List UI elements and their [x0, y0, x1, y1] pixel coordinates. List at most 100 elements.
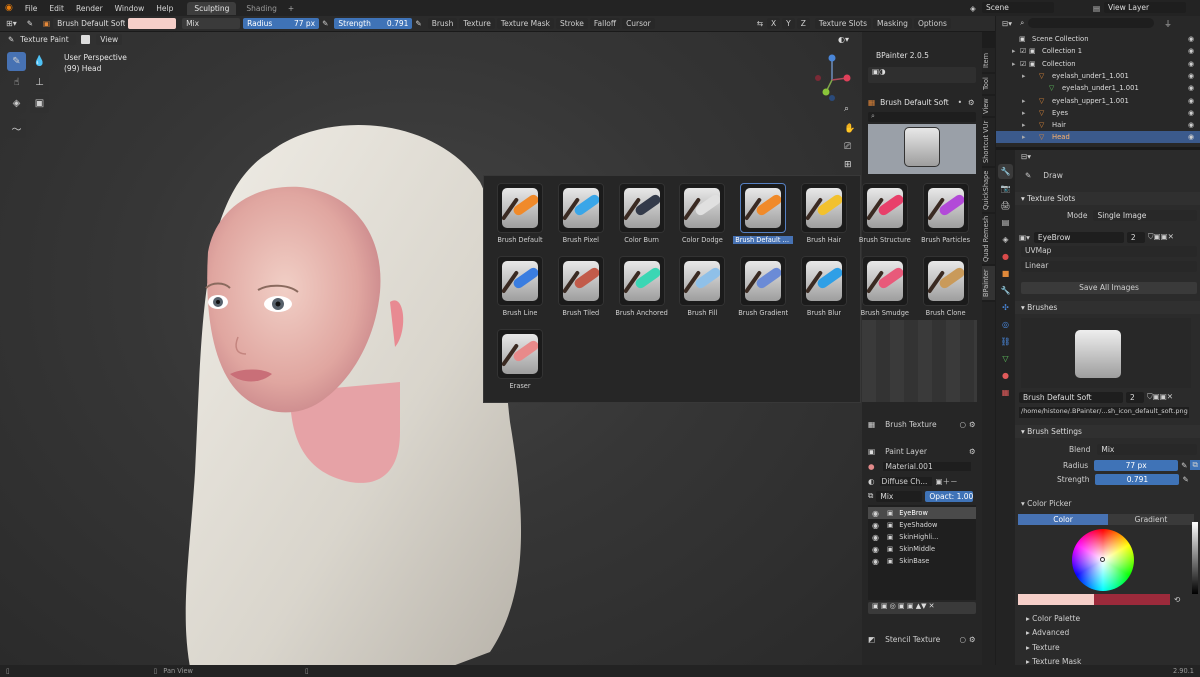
strength-prop-slider[interactable]: 0.791 — [1095, 473, 1180, 485]
navigation-gizmo[interactable] — [812, 50, 852, 102]
eye-icon[interactable]: ◉ — [872, 521, 879, 530]
camera-icon[interactable]: ⎚ — [844, 142, 851, 152]
visibility-eye-icon[interactable]: ◉ — [1188, 47, 1194, 55]
uvmap-select[interactable]: UVMap — [1021, 246, 1197, 257]
eye-icon[interactable]: ◉ — [872, 557, 879, 566]
tab-bpainter[interactable]: BPainter — [982, 266, 995, 300]
exclude-checkbox[interactable]: ☑ — [1020, 47, 1029, 55]
bpainter-search[interactable]: ⌕ — [868, 112, 976, 122]
expand-arrow-icon[interactable]: ▸ — [1012, 47, 1020, 55]
particles-tab-icon[interactable]: ✣ — [998, 300, 1013, 315]
material-tab-icon[interactable]: ● — [998, 368, 1013, 383]
palette-swatches[interactable] — [862, 320, 977, 402]
expand-arrow-icon[interactable]: ▸ — [1012, 60, 1020, 68]
outliner-editor-icon[interactable]: ⊟▾ — [1002, 19, 1012, 28]
outliner-row[interactable]: ▸ ▽ Hair ◉ — [996, 119, 1200, 131]
texture-slots-section[interactable]: ▾ Texture Slots — [1015, 192, 1200, 205]
color-cursor[interactable] — [1100, 557, 1105, 562]
layer-opacity-slider[interactable]: Opact: 1.00 — [925, 490, 974, 502]
bpainter-preview[interactable] — [868, 124, 976, 174]
expand-arrow-icon[interactable]: ▸ — [1022, 109, 1030, 117]
brush-item[interactable]: Brush Line — [490, 253, 550, 323]
tab-quad-remesh[interactable]: Quad Remesh — [982, 214, 995, 264]
menu-texture-mask[interactable]: Texture Mask — [496, 18, 554, 29]
tab-sculpting[interactable]: Sculpting — [187, 1, 237, 15]
blender-logo-icon[interactable]: ◉ — [5, 3, 13, 13]
save-all-images-button[interactable]: Save All Images — [1021, 282, 1197, 294]
menu-masking[interactable]: Masking — [873, 18, 912, 29]
outliner-row[interactable]: ▸ ▽ Head ◉ — [996, 131, 1200, 144]
layer-item[interactable]: ◉ ▣ SkinBase — [868, 555, 976, 567]
brush-item[interactable]: Brush Tiled — [551, 253, 611, 323]
brush-item[interactable]: Brush Pixel — [551, 180, 611, 250]
visibility-eye-icon[interactable]: ◉ — [1188, 84, 1194, 92]
mirror-y-toggle[interactable]: Y — [782, 18, 795, 29]
soften-tool-button[interactable]: 💧 — [30, 52, 49, 71]
menu-file[interactable]: File — [19, 4, 44, 13]
layer-item[interactable]: ◉ ▣ SkinHighli... — [868, 531, 976, 543]
brush-settings-section[interactable]: ▾ Brush Settings — [1015, 425, 1200, 438]
render-tab-icon[interactable]: 📷 — [998, 181, 1013, 196]
layer-item[interactable]: ◉ ▣ SkinMiddle — [868, 543, 976, 555]
data-tab-icon[interactable]: ▽ — [998, 351, 1013, 366]
output-tab-icon[interactable]: 🖨 — [998, 198, 1013, 213]
scene-field[interactable]: Scene — [982, 2, 1054, 13]
stencil-texture-header[interactable]: ◩ Stencil Texture ○ ⚙ — [868, 633, 978, 645]
visibility-eye-icon[interactable]: ◉ — [1188, 72, 1194, 80]
image-actions-icons[interactable]: ⛉▣▣✕ — [1148, 232, 1174, 242]
outliner-row[interactable]: ▸ ▽ eyelash_upper1_1.001 ◉ — [996, 95, 1200, 107]
brush-item[interactable]: Eraser — [490, 326, 550, 396]
expand-arrow-icon[interactable]: ▸ — [1022, 72, 1030, 80]
visibility-eye-icon[interactable]: ◉ — [1188, 35, 1194, 43]
brush-item[interactable]: Brush Hair — [794, 180, 854, 250]
material-field[interactable]: Material.001 — [882, 461, 971, 471]
layer-blend-row[interactable]: ⧉ Mix Opact: 1.00 — [868, 490, 978, 502]
editor-type-icon[interactable]: ⊞▾ — [6, 19, 17, 28]
expand-arrow-icon[interactable]: ▸ — [1022, 133, 1030, 141]
channel-row[interactable]: ◐ Diffuse Ch... ▣＋－ — [868, 475, 978, 487]
paint-layer-header[interactable]: ▣ Paint Layer ⚙ — [868, 445, 978, 457]
brush-item[interactable]: Brush Default S... — [733, 180, 794, 250]
menu-render[interactable]: Render — [70, 4, 109, 13]
visibility-eye-icon[interactable]: ◉ — [1188, 109, 1194, 117]
add-layer-icons[interactable]: ▣＋－ — [936, 476, 958, 487]
tool-tab-icon[interactable]: 🔧 — [998, 164, 1013, 179]
mode-select[interactable]: Texture Paint — [16, 33, 77, 45]
tab-shading[interactable]: Shading — [239, 2, 283, 15]
pressure-strength-icon[interactable]: ✎ — [415, 19, 421, 28]
tab-tool[interactable]: Tool — [982, 74, 995, 94]
layer-actions-bar[interactable]: ▣ ▣ ◎ ▣ ▣ ▲▼ ✕ — [868, 602, 976, 614]
mirror-z-toggle[interactable]: Z — [796, 18, 810, 29]
menu-texture[interactable]: Texture — [459, 18, 495, 29]
grid-icon[interactable]: ⊞ — [844, 160, 852, 170]
mode-select[interactable]: Single Image — [1093, 209, 1197, 221]
visibility-eye-icon[interactable]: ◉ — [1188, 121, 1194, 129]
draw-tool-button[interactable]: ✎ — [7, 52, 26, 71]
layer-item[interactable]: ◉ ▣ EyeShadow — [868, 519, 976, 531]
layer-item[interactable]: ◉ ▣ EyeBrow — [868, 507, 976, 519]
outliner-row[interactable]: ▽ eyelash_under1_1.001 ◉ — [996, 82, 1200, 94]
channel-field[interactable]: Diffuse Ch... — [879, 476, 932, 486]
funnel-icon[interactable]: ⏚ — [1164, 18, 1172, 29]
menu-edit[interactable]: Edit — [43, 4, 70, 13]
settings-icon[interactable]: ⚙ — [969, 420, 976, 429]
outliner-row[interactable]: ▸ ☑ ▣ Collection 1 ◉ — [996, 45, 1200, 57]
swap-colors-icon[interactable]: ⟲ — [1174, 595, 1180, 604]
mask-tool-button[interactable]: ▣ — [30, 94, 49, 113]
tab-shortcut-vur[interactable]: Shortcut VUr — [982, 118, 995, 166]
brush-color-swatch[interactable] — [128, 18, 177, 29]
brush-icon-path[interactable]: /home/histone/.BPainter/...sh_icon_defau… — [1019, 407, 1189, 418]
eye-icon[interactable]: ◉ — [872, 509, 879, 518]
secondary-color-swatch[interactable] — [1094, 594, 1170, 605]
outliner-row[interactable]: ▸ ▽ eyelash_under1_1.001 ◉ — [996, 70, 1200, 82]
menu-brush[interactable]: Brush — [427, 18, 458, 29]
annotate-tool-button[interactable]: 〜 — [7, 119, 26, 138]
menu-texture-slots[interactable]: Texture Slots — [814, 18, 872, 29]
tab-item[interactable]: Item — [982, 48, 995, 72]
tab-quickshape[interactable]: QuickShape — [982, 168, 995, 212]
brush-texture-header[interactable]: ▦ Brush Texture ○ ⚙ — [868, 418, 978, 430]
brush-item[interactable]: Brush Gradient — [733, 253, 793, 323]
outliner-row[interactable]: ▸ ▽ Eyes ◉ — [996, 107, 1200, 119]
mirror-x-toggle[interactable]: X — [767, 18, 781, 29]
settings-icon[interactable]: ⚙ — [969, 635, 976, 644]
